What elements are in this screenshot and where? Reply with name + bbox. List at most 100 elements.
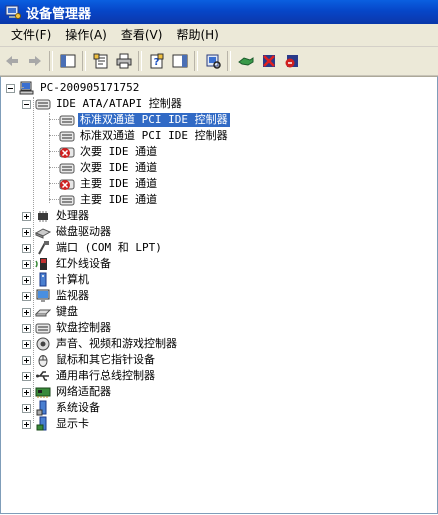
tree-label: 标准双通道 PCI IDE 控制器 — [78, 113, 230, 127]
expand-toggle[interactable] — [22, 275, 31, 285]
tree-line — [21, 87, 23, 88]
menu-file[interactable]: 文件(F) — [4, 25, 58, 45]
toolbar-separator — [49, 51, 53, 71]
tree-label: 主要 IDE 通道 — [80, 177, 158, 190]
tree-label: 次要 IDE 通道 — [80, 161, 158, 174]
tree-item-ide-channel[interactable]: 主要 IDE 通道 — [59, 176, 159, 192]
tree-label: 监视器 — [56, 289, 89, 302]
tree-item-ide-channel[interactable]: 次要 IDE 通道 — [59, 160, 159, 176]
print-button[interactable] — [113, 50, 135, 72]
tree-item-floppy-controllers[interactable]: 软盘控制器 — [22, 320, 113, 336]
back-button[interactable] — [1, 50, 23, 72]
tree-label: 键盘 — [56, 305, 78, 318]
tree-item-ports[interactable]: 端口 (COM 和 LPT) — [22, 240, 164, 256]
cpu-icon — [38, 211, 48, 222]
tree-label: 系统设备 — [56, 401, 100, 414]
tree-item-disk-drives[interactable]: 磁盘驱动器 — [22, 224, 113, 240]
collapse-toggle[interactable] — [6, 83, 15, 93]
expand-toggle[interactable] — [22, 227, 31, 237]
tree-label: 磁盘驱动器 — [56, 225, 111, 238]
tree-item-ide-controllers[interactable]: IDE ATA/ATAPI 控制器 — [22, 96, 184, 112]
tree-line — [49, 183, 59, 184]
tree-item-ide-channel[interactable]: 标准双通道 PCI IDE 控制器 — [59, 112, 230, 128]
tree-label: IDE ATA/ATAPI 控制器 — [56, 97, 182, 110]
action-pane-button[interactable] — [169, 50, 191, 72]
tree-label: 端口 (COM 和 LPT) — [56, 241, 162, 254]
tree-item-keyboards[interactable]: 键盘 — [22, 304, 80, 320]
title-bar: 设备管理器 — [0, 0, 438, 24]
menu-bar: 文件(F) 操作(A) 查看(V) 帮助(H) — [0, 24, 438, 47]
tree-item-computer[interactable]: 计算机 — [22, 272, 91, 288]
expand-toggle[interactable] — [22, 291, 31, 301]
tree-item-system-devices[interactable]: 系统设备 — [22, 400, 102, 416]
printer-icon — [116, 53, 132, 69]
expand-toggle[interactable] — [22, 211, 31, 221]
keyboard-icon — [35, 309, 51, 317]
tree-item-monitors[interactable]: 监视器 — [22, 288, 91, 304]
toolbar-separator — [227, 51, 231, 71]
tree-item-ide-channel[interactable]: 次要 IDE 通道 — [59, 144, 159, 160]
tree-item-ide-channel[interactable]: 标准双通道 PCI IDE 控制器 — [59, 128, 230, 144]
expand-toggle[interactable] — [22, 403, 31, 413]
tree-label: 网络适配器 — [56, 385, 111, 398]
console-tree-icon — [60, 54, 76, 68]
tree-root[interactable]: PC-200905171752 — [6, 80, 141, 96]
toolbar: ? — [0, 47, 438, 76]
tree-item-usb-controllers[interactable]: 通用串行总线控制器 — [22, 368, 157, 384]
tree-label: 软盘控制器 — [56, 321, 111, 334]
action-pane-icon — [172, 54, 188, 68]
expand-toggle[interactable] — [22, 419, 31, 429]
tree-item-mice[interactable]: 鼠标和其它指针设备 — [22, 352, 157, 368]
forward-button[interactable] — [24, 50, 46, 72]
mouse-icon — [38, 355, 48, 367]
port-icon — [38, 241, 49, 255]
properties-button[interactable] — [90, 50, 112, 72]
ide-controller-icon — [59, 195, 75, 206]
ide-controller-icon — [59, 115, 75, 126]
disabled-device-icon — [59, 147, 75, 158]
update-driver-button[interactable] — [235, 50, 257, 72]
tree-line — [49, 113, 50, 203]
computer-icon — [39, 272, 47, 287]
expand-toggle[interactable] — [22, 355, 31, 365]
system-device-icon — [36, 400, 47, 416]
disk-drive-icon — [35, 228, 51, 239]
expand-toggle[interactable] — [22, 243, 31, 253]
disabled-device-icon — [59, 179, 75, 190]
computer-name: PC-200905171752 — [40, 81, 140, 94]
tree-label: 处理器 — [56, 209, 89, 222]
expand-toggle[interactable] — [22, 259, 31, 269]
device-tree[interactable]: PC-200905171752 IDE ATA/ATAPI 控制器 标准双通道 … — [0, 76, 438, 514]
tree-item-sound-video-game[interactable]: 声音、视频和游戏控制器 — [22, 336, 179, 352]
back-arrow-icon — [6, 56, 18, 66]
expand-toggle[interactable] — [22, 339, 31, 349]
menu-help[interactable]: 帮助(H) — [169, 25, 225, 45]
uninstall-icon — [263, 55, 275, 67]
uninstall-button[interactable] — [258, 50, 280, 72]
tree-item-ide-channel[interactable]: 主要 IDE 通道 — [59, 192, 159, 208]
tree-item-processors[interactable]: 处理器 — [22, 208, 91, 224]
tree-item-network-adapters[interactable]: 网络适配器 — [22, 384, 113, 400]
tree-item-display-adapters[interactable]: 显示卡 — [22, 416, 91, 432]
help-icon: ? — [150, 53, 164, 69]
tree-label: 计算机 — [56, 273, 89, 286]
expand-toggle[interactable] — [22, 387, 31, 397]
expand-toggle[interactable] — [22, 371, 31, 381]
tree-line — [49, 135, 59, 136]
toolbar-separator — [138, 51, 142, 71]
scan-hardware-button[interactable] — [202, 50, 224, 72]
tree-label: 通用串行总线控制器 — [56, 369, 155, 382]
ide-controller-icon — [35, 99, 51, 110]
disable-device-button[interactable] — [281, 50, 303, 72]
expand-toggle[interactable] — [22, 323, 31, 333]
menu-action[interactable]: 操作(A) — [58, 25, 114, 45]
show-hide-tree-button[interactable] — [57, 50, 79, 72]
expand-toggle[interactable] — [22, 307, 31, 317]
tree-item-infrared[interactable]: 红外线设备 — [22, 256, 113, 272]
tree-label: 声音、视频和游戏控制器 — [56, 337, 177, 350]
properties-icon — [93, 53, 108, 69]
help-button[interactable]: ? — [146, 50, 168, 72]
ide-controller-icon — [59, 163, 75, 174]
menu-view[interactable]: 查看(V) — [114, 25, 170, 45]
collapse-toggle[interactable] — [22, 99, 31, 109]
